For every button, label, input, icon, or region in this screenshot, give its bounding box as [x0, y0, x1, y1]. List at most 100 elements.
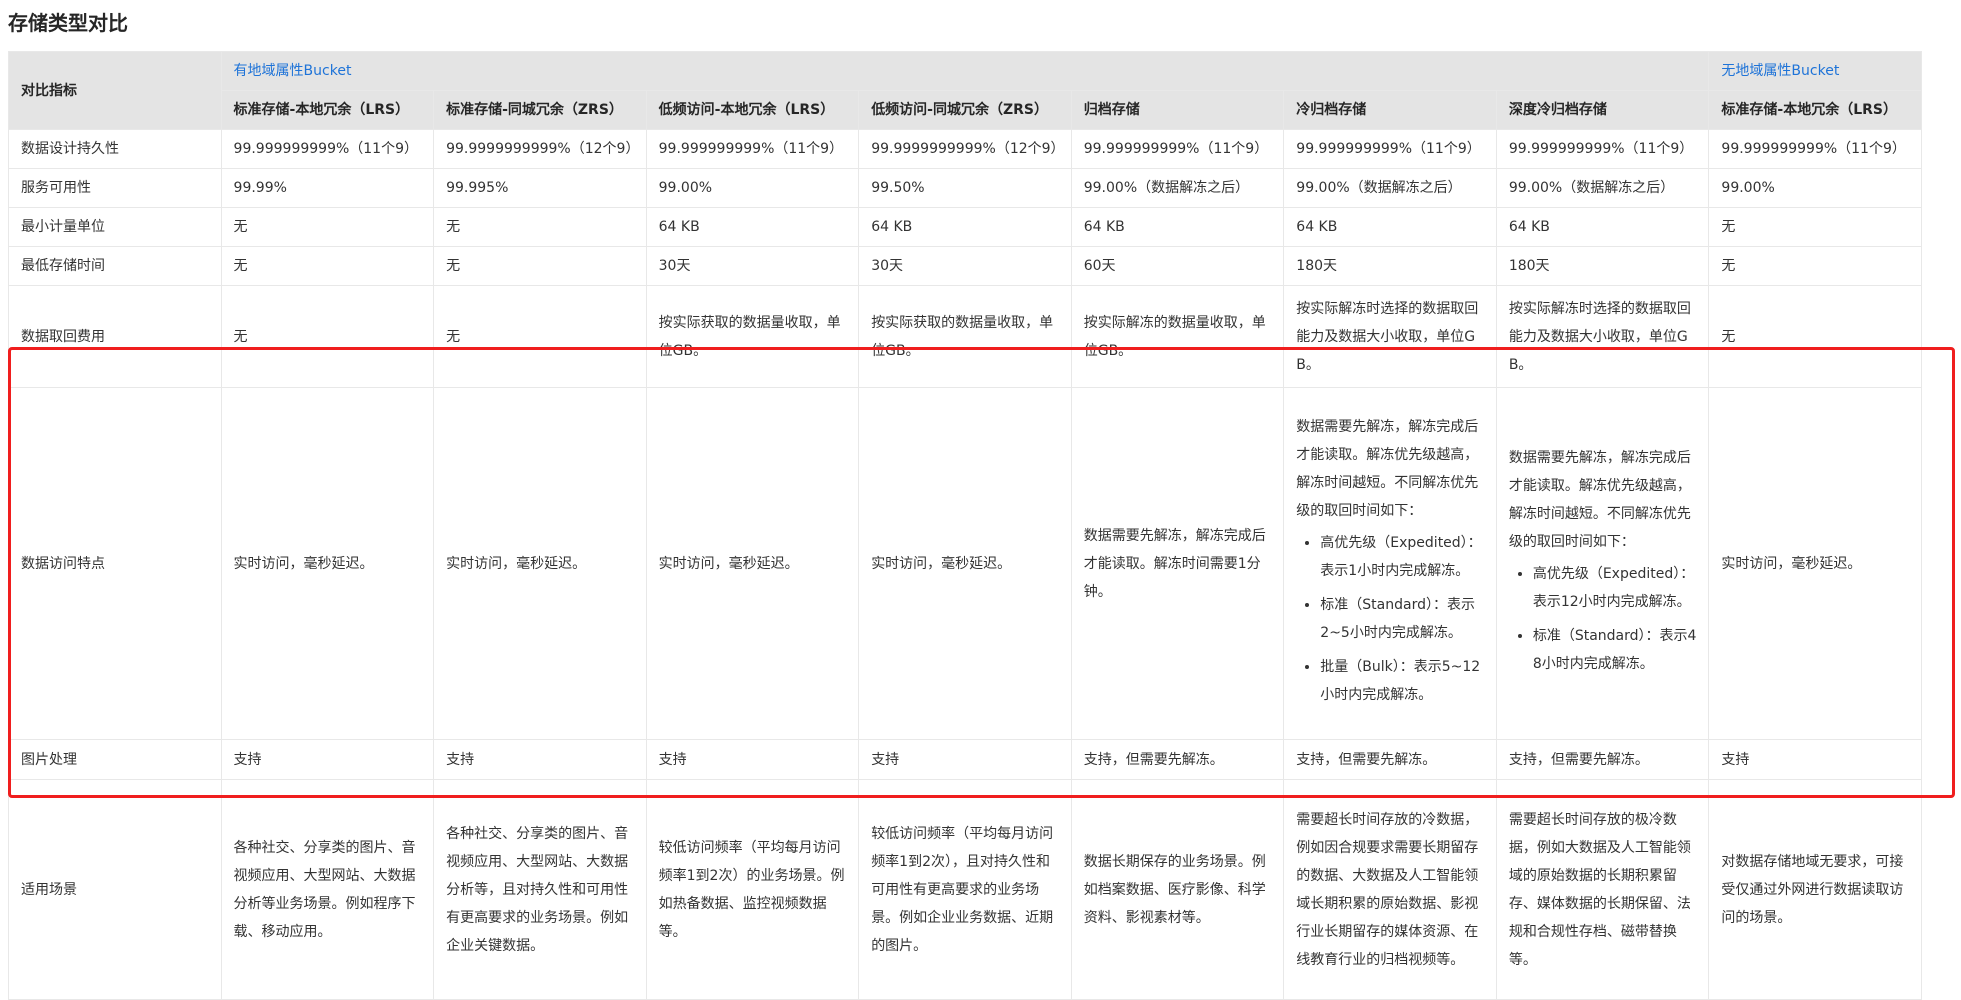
table-cell: 支持	[858, 739, 1072, 780]
table-cell: 99.999999999%（11个9）	[1708, 129, 1922, 169]
non-regional-bucket-link[interactable]: 无地域属性Bucket	[1721, 63, 1839, 79]
table-cell: 支持，但需要先解冻。	[1283, 739, 1497, 780]
access-intro: 数据需要先解冻，解冻完成后才能读取。解冻优先级越高，解冻时间越短。不同解冻优先级…	[1296, 418, 1479, 519]
table-cell: 180天	[1283, 246, 1497, 286]
table-cell: 99.9999999999%（12个9）	[433, 129, 647, 169]
table-cell: 无	[433, 246, 647, 286]
column-header: 归档存储	[1070, 90, 1285, 130]
storage-comparison-table: 对比指标 有地域属性Bucket 无地域属性Bucket 标准存储-本地冗余（L…	[8, 51, 1922, 1000]
table-cell: 无	[220, 207, 435, 247]
table-cell: 64 KB	[1070, 207, 1285, 247]
table-group-header-row: 对比指标 有地域属性Bucket 无地域属性Bucket	[8, 51, 1922, 130]
table-cell: 64 KB	[1283, 207, 1497, 247]
row-label: 数据访问特点	[8, 387, 222, 740]
retrieval-priority-list: 高优先级（Expedited）：表示1小时内完成解冻。 标准（Standard）…	[1296, 529, 1484, 709]
table-cell: 各种社交、分享类的图片、音视频应用、大型网站、大数据分析等，且对持久性和可用性有…	[433, 779, 647, 1000]
table-cell: 对数据存储地域无要求，可接受仅通过外网进行数据读取访问的场景。	[1708, 779, 1922, 1000]
table-cell: 99.999999999%（11个9）	[220, 129, 435, 169]
table-row-min-unit: 最小计量单位 无 无 64 KB 64 KB 64 KB 64 KB 64 KB…	[8, 207, 1922, 247]
row-label: 适用场景	[8, 779, 222, 1000]
table-cell: 30天	[645, 246, 860, 286]
table-cell: 支持，但需要先解冻。	[1070, 739, 1285, 780]
table-cell: 实时访问，毫秒延迟。	[1708, 387, 1922, 740]
table-cell: 99.00%（数据解冻之后）	[1283, 168, 1497, 208]
table-cell: 60天	[1070, 246, 1285, 286]
table-cell: 按实际获取的数据量收取，单位GB。	[858, 285, 1072, 388]
page-title: 存储类型对比	[8, 11, 128, 35]
table-cell: 实时访问，毫秒延迟。	[220, 387, 435, 740]
table-cell: 99.999999999%（11个9）	[1495, 129, 1710, 169]
table-cell: 各种社交、分享类的图片、音视频应用、大型网站、大数据分析等业务场景。例如程序下载…	[220, 779, 435, 1000]
table-cell: 无	[433, 285, 647, 388]
row-label: 数据取回费用	[8, 285, 222, 388]
table-column-header-row: 标准存储-本地冗余（LRS） 标准存储-同城冗余（ZRS） 低频访问-本地冗余（…	[9, 90, 1922, 130]
table-cell: 支持，但需要先解冻。	[1495, 739, 1710, 780]
table-row-retrieval-fee: 数据取回费用 无 无 按实际获取的数据量收取，单位GB。 按实际获取的数据量收取…	[8, 285, 1922, 388]
row-label: 最低存储时间	[8, 246, 222, 286]
list-item: 标准（Standard）：表示48小时内完成解冻。	[1533, 622, 1697, 678]
table-row-access: 数据访问特点 实时访问，毫秒延迟。 实时访问，毫秒延迟。 实时访问，毫秒延迟。 …	[8, 387, 1922, 740]
table-cell: 实时访问，毫秒延迟。	[645, 387, 860, 740]
table-cell: 99.00%（数据解冻之后）	[1070, 168, 1285, 208]
column-header: 标准存储-本地冗余（LRS）	[1708, 90, 1922, 130]
table-cell: 按实际获取的数据量收取，单位GB。	[645, 285, 860, 388]
table-cell: 无	[433, 207, 647, 247]
table-cell: 较低访问频率（平均每月访问频率1到2次）的业务场景。例如热备数据、监控视频数据等…	[645, 779, 860, 1000]
table-cell: 无	[1708, 207, 1922, 247]
table-cell: 99.00%	[1708, 168, 1922, 208]
table-cell: 按实际解冻时选择的数据取回能力及数据大小收取，单位GB。	[1495, 285, 1710, 388]
column-header: 标准存储-同城冗余（ZRS）	[433, 90, 647, 130]
table-cell: 99.999999999%（11个9）	[1283, 129, 1497, 169]
table-cell: 64 KB	[1495, 207, 1710, 247]
column-header: 标准存储-本地冗余（LRS）	[220, 90, 435, 130]
retrieval-priority-list: 高优先级（Expedited）：表示12小时内完成解冻。 标准（Standard…	[1509, 560, 1697, 678]
table-cell: 30天	[858, 246, 1072, 286]
list-item: 高优先级（Expedited）：表示1小时内完成解冻。	[1320, 529, 1484, 585]
table-cell-deep-cold-archive-access: 数据需要先解冻，解冻完成后才能读取。解冻优先级越高，解冻时间越短。不同解冻优先级…	[1495, 387, 1710, 740]
table-cell: 需要超长时间存放的极冷数据，例如大数据及人工智能领域的原始数据的长期积累留存、媒…	[1495, 779, 1710, 1000]
table-cell: 180天	[1495, 246, 1710, 286]
table-cell: 无	[1708, 246, 1922, 286]
table-cell: 支持	[645, 739, 860, 780]
column-header: 低频访问-本地冗余（LRS）	[645, 90, 860, 130]
table-cell: 99.9999999999%（12个9）	[858, 129, 1072, 169]
metric-header: 对比指标	[8, 51, 222, 130]
table-cell: 99.999999999%（11个9）	[1070, 129, 1285, 169]
column-header: 冷归档存储	[1283, 90, 1497, 130]
table-row-availability: 服务可用性 99.99% 99.995% 99.00% 99.50% 99.00…	[8, 168, 1922, 208]
table-cell: 99.999999999%（11个9）	[645, 129, 860, 169]
table-cell: 支持	[220, 739, 435, 780]
table-row-durability: 数据设计持久性 99.999999999%（11个9） 99.999999999…	[8, 129, 1922, 169]
table-cell: 较低访问频率（平均每月访问频率1到2次），且对持久性和可用性有更高要求的业务场景…	[858, 779, 1072, 1000]
table-cell: 数据需要先解冻，解冻完成后才能读取。解冻时间需要1分钟。	[1070, 387, 1285, 740]
column-header: 深度冷归档存储	[1495, 90, 1710, 130]
table-cell: 99.00%	[645, 168, 860, 208]
table-cell: 99.00%（数据解冻之后）	[1495, 168, 1710, 208]
table-cell: 99.99%	[220, 168, 435, 208]
table-cell: 99.50%	[858, 168, 1072, 208]
table-cell: 按实际解冻的数据量收取，单位GB。	[1070, 285, 1285, 388]
row-label: 最小计量单位	[8, 207, 222, 247]
list-item: 批量（Bulk）：表示5~12小时内完成解冻。	[1320, 653, 1484, 709]
table-cell: 需要超长时间存放的冷数据，例如因合规要求需要长期留存的数据、大数据及人工智能领域…	[1283, 779, 1497, 1000]
table-row-min-time: 最低存储时间 无 无 30天 30天 60天 180天 180天 无	[8, 246, 1922, 286]
access-intro: 数据需要先解冻，解冻完成后才能读取。解冻优先级越高，解冻时间越短。不同解冻优先级…	[1508, 449, 1691, 550]
table-cell: 支持	[433, 739, 647, 780]
table-cell: 64 KB	[645, 207, 860, 247]
regional-bucket-link[interactable]: 有地域属性Bucket	[234, 63, 352, 79]
table-row-scenario: 适用场景 各种社交、分享类的图片、音视频应用、大型网站、大数据分析等业务场景。例…	[8, 779, 1922, 1000]
table-cell: 64 KB	[858, 207, 1072, 247]
table-cell: 99.995%	[433, 168, 647, 208]
table-cell: 实时访问，毫秒延迟。	[858, 387, 1072, 740]
table-row-image: 图片处理 支持 支持 支持 支持 支持，但需要先解冻。 支持，但需要先解冻。 支…	[8, 739, 1922, 780]
table-cell: 按实际解冻时选择的数据取回能力及数据大小收取，单位GB。	[1283, 285, 1497, 388]
table-cell-cold-archive-access: 数据需要先解冻，解冻完成后才能读取。解冻优先级越高，解冻时间越短。不同解冻优先级…	[1283, 387, 1497, 740]
table-cell: 无	[1708, 285, 1922, 388]
table-cell: 实时访问，毫秒延迟。	[433, 387, 647, 740]
column-header: 低频访问-同城冗余（ZRS）	[858, 90, 1072, 130]
table-cell: 支持	[1708, 739, 1922, 780]
list-item: 高优先级（Expedited）：表示12小时内完成解冻。	[1533, 560, 1697, 616]
list-item: 标准（Standard）：表示2~5小时内完成解冻。	[1320, 591, 1484, 647]
row-label: 数据设计持久性	[8, 129, 222, 169]
group-header-regional: 有地域属性Bucket	[220, 51, 1710, 91]
